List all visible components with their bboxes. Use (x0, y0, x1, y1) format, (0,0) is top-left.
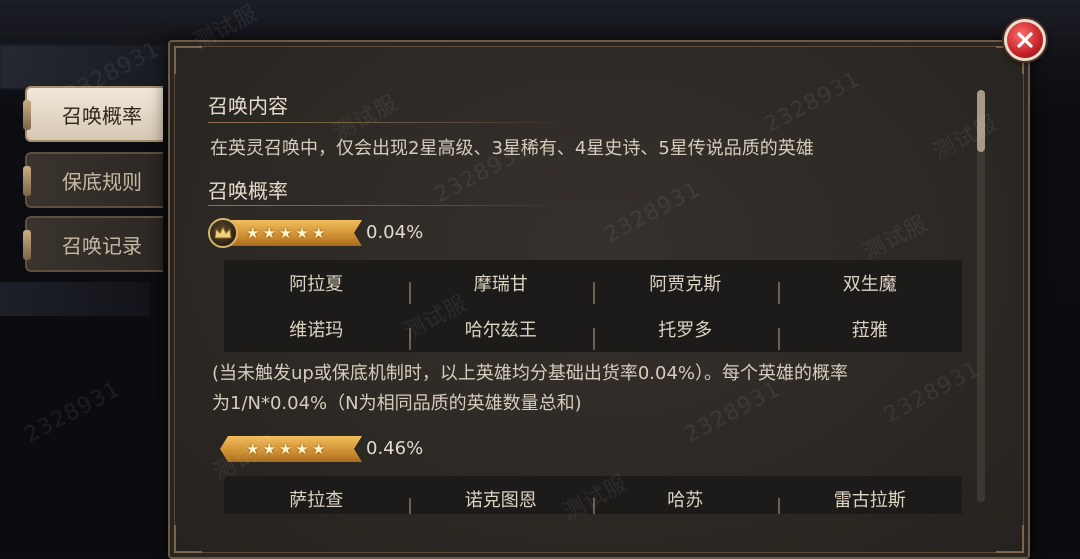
scrollbar-thumb[interactable] (977, 90, 985, 152)
hero-name: 托罗多 (593, 316, 778, 350)
five-star-ribbon: ★ ★ ★ ★ ★ (220, 220, 362, 246)
table-row: 维诺玛 哈尔兹王 托罗多 菈雅 (224, 306, 962, 352)
hero-name: 摩瑞甘 (408, 270, 594, 304)
star-icon: ★ (311, 223, 326, 242)
hero-table: 萨拉查 诺克图恩 哈苏 雷古拉斯 (224, 476, 962, 514)
star-icon: ★ (295, 439, 309, 458)
star-icon: ★ (278, 439, 293, 458)
hero-name: 菈雅 (777, 316, 963, 350)
hero-name: 哈尔兹王 (408, 316, 594, 350)
star-icon: ★ (246, 223, 260, 242)
summon-contents-desc: 在英灵召唤中，仅会出现2星高级、3星稀有、4星史诗、5星传说品质的英雄 (210, 138, 814, 159)
close-button[interactable] (1004, 19, 1046, 61)
table-row: 萨拉查 诺克图恩 哈苏 雷古拉斯 (224, 476, 962, 514)
hero-name: 雷古拉斯 (777, 486, 963, 514)
tab-label: 召唤概率 (62, 103, 142, 128)
tab-summon-history[interactable]: 召唤记录 (23, 216, 163, 272)
backdrop-bar (0, 45, 170, 89)
hero-name: 双生魔 (777, 270, 963, 304)
tab-cap (23, 100, 31, 130)
hero-name: 诺克图恩 (408, 486, 594, 514)
tab-label: 保底规则 (62, 169, 142, 194)
rate-value: 0.04% (366, 222, 424, 243)
rate-note-line: 为1/N*0.04%（N为相同品质的英雄数量总和) (212, 393, 582, 414)
panel-content: 召唤内容 在英灵召唤中，仅会出现2星高级、3星稀有、4星史诗、5星传说品质的英雄… (208, 84, 968, 514)
scrollbar[interactable] (977, 90, 985, 502)
star-icon: ★ (311, 439, 326, 458)
hero-name: 萨拉查 (289, 490, 344, 511)
star-icon: ★ (278, 223, 293, 242)
star-icon: ★ (262, 223, 276, 242)
panel-corner (174, 525, 202, 553)
five-star-ribbon: ★ ★ ★ ★ ★ (220, 436, 362, 462)
panel-corner (174, 46, 202, 74)
hero-name: 哈苏 (593, 486, 778, 514)
rate-note: (当未触发up或保底机制时，以上英雄均分基础出货率0.04%）。每个英雄的概率 … (212, 359, 968, 419)
backdrop-blur-area (0, 282, 150, 316)
table-row: 阿拉夏 摩瑞甘 阿贾克斯 双生魔 (224, 260, 962, 306)
hero-name: 阿拉夏 (289, 274, 344, 295)
section-title-rates: 召唤概率 (208, 179, 288, 203)
panel-corner (996, 525, 1024, 553)
tab-summon-rate[interactable]: 召唤概率 (23, 86, 163, 142)
crown-icon (208, 218, 238, 248)
tab-label: 召唤记录 (62, 233, 142, 258)
hero-name: 阿贾克斯 (593, 270, 778, 304)
hero-name: 维诺玛 (289, 320, 344, 341)
tab-cap (23, 230, 31, 260)
tab-pity-rules[interactable]: 保底规则 (23, 152, 163, 208)
rate-note-line: (当未触发up或保底机制时，以上英雄均分基础出货率0.04%）。每个英雄的概率 (212, 363, 849, 384)
star-icon: ★ (262, 439, 276, 458)
tab-cap (23, 166, 31, 196)
hero-table: 阿拉夏 摩瑞甘 阿贾克斯 双生魔 维诺玛 哈尔兹王 托罗多 菈雅 (224, 260, 962, 352)
close-icon (1017, 32, 1033, 48)
star-icon: ★ (246, 439, 260, 458)
star-icon: ★ (295, 223, 309, 242)
section-title-contents: 召唤内容 (208, 94, 288, 118)
rate-value: 0.46% (366, 438, 424, 459)
section-divider (208, 205, 568, 206)
section-divider (208, 122, 568, 123)
